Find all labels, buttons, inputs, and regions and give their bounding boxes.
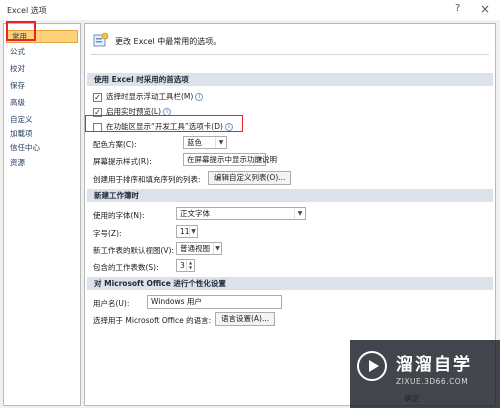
sidebar-item-save[interactable]: 保存 [10, 80, 25, 91]
help-button[interactable]: ? [455, 3, 460, 14]
section-header-new-workbook: 新建工作簿时 [87, 189, 493, 202]
window-title: Excel 选项 [7, 6, 47, 15]
close-button[interactable]: × [480, 2, 490, 16]
divider [91, 54, 489, 55]
info-icon: i [195, 93, 204, 101]
sidebar-item-addins[interactable]: 加载项 [10, 128, 33, 139]
font-size-select[interactable]: 11 ▼ [176, 225, 198, 238]
edit-custom-lists-button[interactable]: 编辑自定义列表(O)... [208, 171, 292, 185]
chevron-down-icon: ▼ [215, 137, 226, 148]
screentip-label: 屏幕提示样式(R): [93, 157, 152, 166]
font-label: 使用的字体(N): [93, 211, 145, 220]
username-label: 用户名(U): [93, 299, 130, 308]
watermark-title: 溜溜自学 [396, 355, 472, 375]
mini-toolbar-option[interactable]: ✓ 选择时显示浮动工具栏(M) i [93, 91, 204, 102]
sidebar-item-customize[interactable]: 自定义 [10, 114, 33, 125]
sidebar-item-proofing[interactable]: 校对 [10, 63, 25, 74]
chevron-down-icon: ▼ [213, 243, 221, 254]
play-logo-icon [357, 351, 387, 381]
sidebar-item-advanced[interactable]: 高级 [10, 97, 25, 108]
language-settings-button[interactable]: 语言设置(A)... [215, 312, 276, 326]
chevron-down-icon: ▼ [189, 226, 197, 237]
sidebar: 常用 公式 校对 保存 高级 自定义 加载项 信任中心 资源 [3, 21, 81, 406]
watermark-url: ZIXUE.3D66.COM [396, 377, 469, 386]
highlight-box-common [6, 21, 36, 41]
highlight-box-developer [85, 115, 243, 132]
username-input[interactable]: Windows 用户 [147, 295, 282, 309]
sheet-count-spinner[interactable]: 3 ▲ ▼ [176, 259, 195, 272]
color-scheme-value: 蓝色 [187, 138, 202, 147]
chevron-down-icon: ▼ [294, 208, 305, 219]
sidebar-item-trust-center[interactable]: 信任中心 [10, 142, 40, 153]
watermark: 溜溜自学 ZIXUE.3D66.COM [350, 340, 500, 408]
page-title: 更改 Excel 中最常用的选项。 [115, 37, 222, 46]
font-value: 正文字体 [180, 209, 210, 218]
mini-toolbar-label: 选择时显示浮动工具栏(M) [106, 92, 194, 101]
font-select[interactable]: 正文字体 ▼ [176, 207, 306, 220]
default-view-select[interactable]: 普通视图 ▼ [176, 242, 222, 255]
language-label: 选择用于 Microsoft Office 的语言: [93, 316, 212, 325]
screentip-select[interactable]: 在屏幕提示中显示功能说明 ▼ [183, 153, 277, 166]
color-scheme-select[interactable]: 蓝色 ▼ [183, 136, 227, 149]
options-icon [93, 32, 109, 47]
mini-toolbar-checkbox[interactable]: ✓ [93, 92, 102, 102]
sheet-count-label: 包含的工作表数(S): [93, 263, 159, 272]
sidebar-item-formulas[interactable]: 公式 [10, 46, 25, 57]
title-bar: Excel 选项 ? × [0, 0, 500, 20]
default-view-label: 新工作表的默认视图(V): [93, 246, 175, 255]
section-header-personalize: 对 Microsoft Office 进行个性化设置 [87, 277, 493, 290]
chevron-down-icon: ▼ [254, 154, 265, 165]
spin-arrows-icon[interactable]: ▲ ▼ [186, 260, 194, 271]
color-scheme-label: 配色方案(C): [93, 140, 137, 149]
default-view-value: 普通视图 [180, 244, 210, 253]
custom-lists-label: 创建用于排序和填充序列的列表: [93, 175, 201, 184]
sheet-count-value: 3 [180, 261, 185, 270]
sidebar-item-resources[interactable]: 资源 [10, 157, 25, 168]
section-header-preferences: 使用 Excel 时采用的首选项 [87, 73, 493, 86]
font-size-label: 字号(Z): [93, 229, 122, 238]
